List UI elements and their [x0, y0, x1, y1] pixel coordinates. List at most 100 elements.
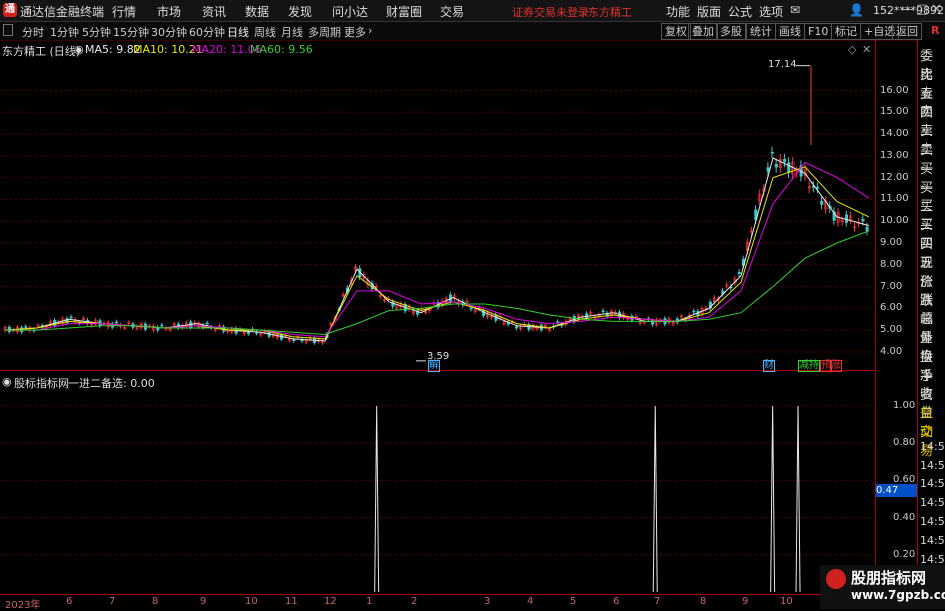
date-tick-label: 8: [152, 596, 159, 607]
period-daily[interactable]: 日线: [227, 24, 249, 40]
watermark-badge-icon: [826, 569, 846, 589]
marker-zhang[interactable]: 涨: [830, 360, 842, 372]
candle-body: [816, 186, 820, 189]
period-weekly[interactable]: 周线: [254, 24, 276, 40]
stock-name-notice: 东方精工: [588, 6, 632, 19]
candle-body: [24, 326, 28, 328]
period-60min[interactable]: 60分钟: [189, 24, 225, 40]
date-tick-label: 6: [66, 596, 73, 607]
candle-body: [469, 307, 473, 310]
marker-jie[interactable]: 解: [428, 360, 440, 372]
date-tick-label: 9: [200, 596, 207, 607]
side-item[interactable]: 14:56: [920, 440, 945, 453]
price-tick-label: 16.00: [880, 84, 909, 96]
date-tick-label: 11: [285, 596, 298, 607]
candle-body: [205, 322, 209, 325]
price-tick-label: 5.00: [880, 324, 903, 336]
menu-zixun[interactable]: 资讯: [202, 3, 226, 20]
marker-jianchi[interactable]: 减持: [798, 360, 820, 372]
menu-jiaoyi[interactable]: 交易: [440, 3, 464, 20]
candle-body: [774, 164, 778, 168]
menu-gongneng[interactable]: 功能: [666, 3, 690, 20]
minimize-icon[interactable]: —: [901, 2, 914, 17]
chevron-right-icon[interactable]: ›: [368, 24, 372, 37]
menu-shichang[interactable]: 市场: [157, 3, 181, 20]
date-tick-label: 8: [700, 596, 707, 607]
maximize-icon[interactable]: □: [916, 2, 928, 17]
candle-body: [861, 218, 865, 222]
candle-body: [292, 339, 296, 342]
date-tick-label: 9: [742, 596, 749, 607]
candle-body: [737, 272, 741, 274]
period-1min[interactable]: 1分钟: [50, 24, 79, 40]
indicator-tick-label: 0.20: [893, 548, 916, 560]
indicator-tick-label: 0.80: [893, 437, 916, 449]
menu-bar: [0, 0, 945, 22]
candle-body: [865, 226, 869, 232]
tool-duogu[interactable]: 多股: [716, 23, 746, 40]
tool-diejia[interactable]: 叠加: [688, 23, 718, 40]
price-tick-label: 9.00: [880, 237, 903, 248]
period-monthly[interactable]: 月线: [281, 24, 303, 40]
candle-body: [160, 324, 164, 327]
side-item[interactable]: 14:56: [920, 553, 945, 566]
date-tick-label: 6: [613, 596, 620, 607]
menu-caifuquan[interactable]: 财富圈: [386, 3, 422, 20]
price-tick-label: 11.00: [880, 193, 909, 205]
tool-fuquan[interactable]: 复权: [661, 23, 691, 40]
menu-shuju[interactable]: 数据: [245, 3, 269, 20]
period-30min[interactable]: 30分钟: [151, 24, 187, 40]
menu-faxian[interactable]: 发现: [288, 3, 312, 20]
period-15min[interactable]: 15分钟: [113, 24, 149, 40]
menu-banmian[interactable]: 版面: [697, 3, 721, 20]
indicator-tick-label: 1.00: [893, 400, 916, 411]
watermark-title: 股朋指标网: [851, 569, 927, 587]
date-tick-label: 2: [411, 596, 418, 607]
date-tick-label: 5: [570, 596, 577, 607]
candle-body: [820, 200, 824, 205]
period-fenshi[interactable]: 分时: [22, 24, 44, 40]
period-5min[interactable]: 5分钟: [82, 24, 111, 40]
date-tick-label: 10: [780, 596, 793, 607]
candle-body: [601, 310, 605, 313]
mail-icon[interactable]: ✉: [790, 3, 800, 17]
period-multi[interactable]: 多周期: [308, 24, 341, 40]
menu-xuanxiang[interactable]: 选项: [759, 3, 783, 20]
indicator-spike: [795, 405, 801, 593]
candle-body: [844, 214, 849, 223]
high-price-label: 17.14: [768, 59, 797, 70]
tool-f10[interactable]: F10: [804, 23, 833, 40]
corner-r-label: R: [931, 24, 940, 37]
tool-back[interactable]: 返回: [892, 23, 922, 40]
side-item[interactable]: 14:56: [920, 477, 945, 490]
candle-body: [783, 158, 787, 162]
marker-cai[interactable]: 财: [763, 360, 775, 372]
tool-huaxian[interactable]: 画线: [775, 23, 805, 40]
candle-body: [770, 151, 774, 154]
panel-toggle-icon[interactable]: [3, 24, 13, 36]
price-tick-label: 10.00: [880, 215, 909, 227]
period-more[interactable]: 更多: [344, 24, 366, 40]
tool-tongji[interactable]: 统计: [746, 23, 776, 40]
menu-gongshi[interactable]: 公式: [728, 3, 752, 20]
app-title: 通达信金融终端: [20, 5, 105, 19]
candle-body: [515, 326, 519, 329]
indicator-spike: [652, 405, 658, 593]
close-icon[interactable]: ✕: [931, 2, 942, 17]
indicator-spike: [770, 405, 776, 593]
login-notice[interactable]: 证券交易未登录: [512, 4, 589, 20]
tool-biaoji[interactable]: 标记: [831, 23, 861, 40]
kline-chart: [0, 65, 876, 362]
candle-body: [766, 167, 770, 172]
candle-body: [69, 316, 73, 319]
app-logo-icon: 通: [3, 3, 17, 17]
price-tick-label: 13.00: [880, 149, 909, 161]
user-icon[interactable]: 👤: [849, 3, 864, 17]
side-item[interactable]: 14:56: [920, 515, 945, 528]
menu-hangqing[interactable]: 行情: [112, 3, 136, 20]
indicator-spike: [374, 405, 380, 593]
menu-wenxiaoda[interactable]: 问小达: [332, 3, 368, 20]
side-item[interactable]: 14:56: [920, 459, 945, 472]
side-item[interactable]: 14:56: [920, 496, 945, 509]
side-item[interactable]: 14:56: [920, 534, 945, 547]
